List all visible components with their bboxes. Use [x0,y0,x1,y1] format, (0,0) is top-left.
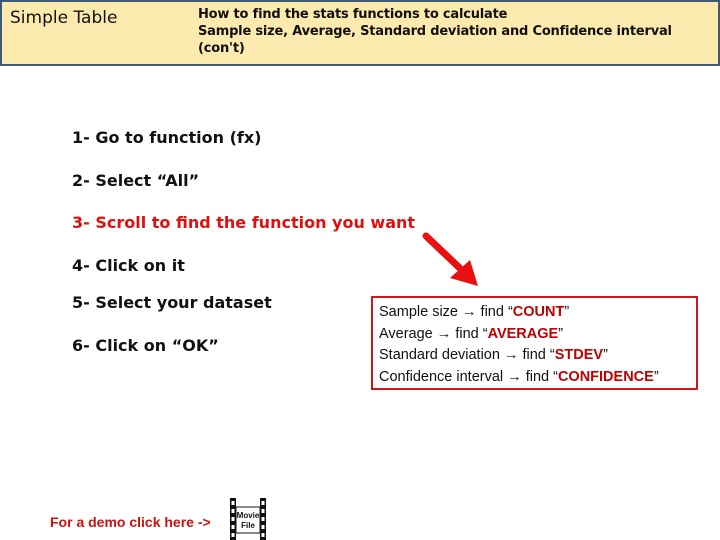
step-5: 5- Select your dataset [72,293,272,312]
function-reference-box: Sample size → find “COUNT” Average → fin… [371,296,698,390]
page-subtitle: How to find the stats functions to calcu… [198,6,718,57]
arrow-right-icon: → [507,368,522,385]
page-title: Simple Table [10,8,118,28]
movie-file-icon[interactable]: Movie File [228,498,268,540]
movie-icon-text: Movie [237,511,260,520]
red-arrow-icon [422,232,478,286]
reference-row: Sample size → find “COUNT” [379,304,570,320]
subtitle-line: Sample size, Average, Standard deviation… [198,24,672,39]
step-6: 6- Click on “OK” [72,336,219,355]
reference-row: Standard deviation → find “STDEV” [379,347,608,363]
subtitle-line: (con't) [198,41,245,56]
demo-link[interactable]: For a demo click here -> [50,514,211,530]
reference-row: Average → find “AVERAGE” [379,325,564,342]
header-banner: Simple Table How to find the stats funct… [0,0,720,66]
step-1: 1- Go to function (fx) [72,128,262,147]
function-name: STDEV [554,347,604,363]
reference-row: Confidence interval → find “CONFIDENCE” [379,368,659,385]
arrow-right-icon: → [436,325,452,342]
movie-icon-text: File [241,521,255,530]
step-4: 4- Click on it [72,256,185,275]
step-2: 2- Select “All” [72,171,200,190]
subtitle-line: How to find the stats functions to calcu… [198,7,508,22]
function-name: CONFIDENCE [557,368,654,385]
arrow-right-icon: → [503,347,519,363]
arrow-right-icon: → [462,304,477,320]
function-name: COUNT [512,304,565,320]
step-3: 3- Scroll to find the function you want [72,213,416,232]
function-name: AVERAGE [487,325,559,342]
